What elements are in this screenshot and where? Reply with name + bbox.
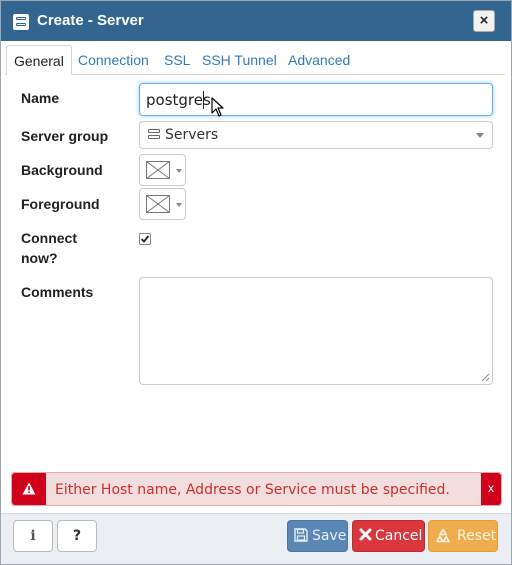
chevron-down-icon (476, 133, 484, 138)
connect-now-label-line2: now? (21, 250, 58, 266)
save-button[interactable]: Save (287, 520, 348, 552)
cancel-label: Cancel (375, 528, 423, 544)
error-message: Either Host name, Address or Service mus… (55, 482, 450, 498)
chevron-down-icon (176, 203, 182, 207)
error-alert: Either Host name, Address or Service mus… (11, 472, 502, 506)
tab-general[interactable]: General (6, 45, 72, 75)
background-color-picker[interactable] (139, 154, 186, 186)
help-icon: ? (72, 528, 82, 544)
server-icon (13, 14, 29, 30)
close-button[interactable]: × (473, 10, 495, 32)
foreground-label: Foreground (21, 196, 100, 212)
connect-now-checkbox[interactable] (139, 233, 151, 245)
mouse-pointer-icon (211, 97, 224, 117)
help-button[interactable]: ? (57, 520, 97, 552)
warning-triangle-icon (22, 482, 36, 495)
comments-textarea[interactable] (139, 277, 493, 385)
no-color-swatch-icon (146, 161, 170, 179)
info-icon: i (30, 528, 36, 544)
foreground-color-picker[interactable] (139, 188, 186, 220)
reset-button[interactable]: Reset (428, 520, 498, 552)
server-group-icon (148, 129, 160, 142)
server-group-select[interactable]: Servers (139, 121, 493, 149)
chevron-down-icon (176, 169, 182, 173)
comments-label: Comments (21, 284, 94, 300)
cancel-button[interactable]: Cancel (352, 520, 425, 552)
server-group-label: Server group (21, 128, 109, 144)
tab-bar: General Connection SSL SSH Tunnel Advanc… (5, 45, 505, 75)
tab-connection[interactable]: Connection (78, 45, 149, 75)
save-label: Save (312, 528, 347, 544)
title-bar[interactable]: Create - Server × (1, 1, 511, 41)
resize-handle-icon[interactable] (481, 373, 490, 382)
checkmark-icon (140, 235, 150, 243)
connect-now-label-line1: Connect (21, 230, 77, 246)
no-color-swatch-icon (146, 195, 170, 213)
server-group-value: Servers (165, 127, 219, 143)
name-input[interactable] (139, 83, 493, 116)
info-button[interactable]: i (13, 520, 53, 552)
dialog-footer: i ? Save Cancel Reset (1, 513, 511, 564)
background-label: Background (21, 162, 103, 178)
text-caret (203, 91, 204, 109)
recycle-icon (436, 528, 450, 543)
close-icon (359, 528, 372, 541)
floppy-disk-icon (294, 528, 308, 542)
tab-ssl[interactable]: SSL (164, 45, 190, 75)
warning-badge (12, 473, 46, 505)
dialog-title: Create - Server (37, 12, 144, 29)
tab-ssh-tunnel[interactable]: SSH Tunnel (202, 45, 277, 75)
name-label: Name (21, 90, 60, 106)
dismiss-error-button[interactable]: x (481, 473, 501, 505)
reset-label: Reset (457, 528, 497, 544)
create-server-dialog: Create - Server × General Connection SSL… (0, 0, 512, 565)
tab-advanced[interactable]: Advanced (288, 45, 350, 75)
